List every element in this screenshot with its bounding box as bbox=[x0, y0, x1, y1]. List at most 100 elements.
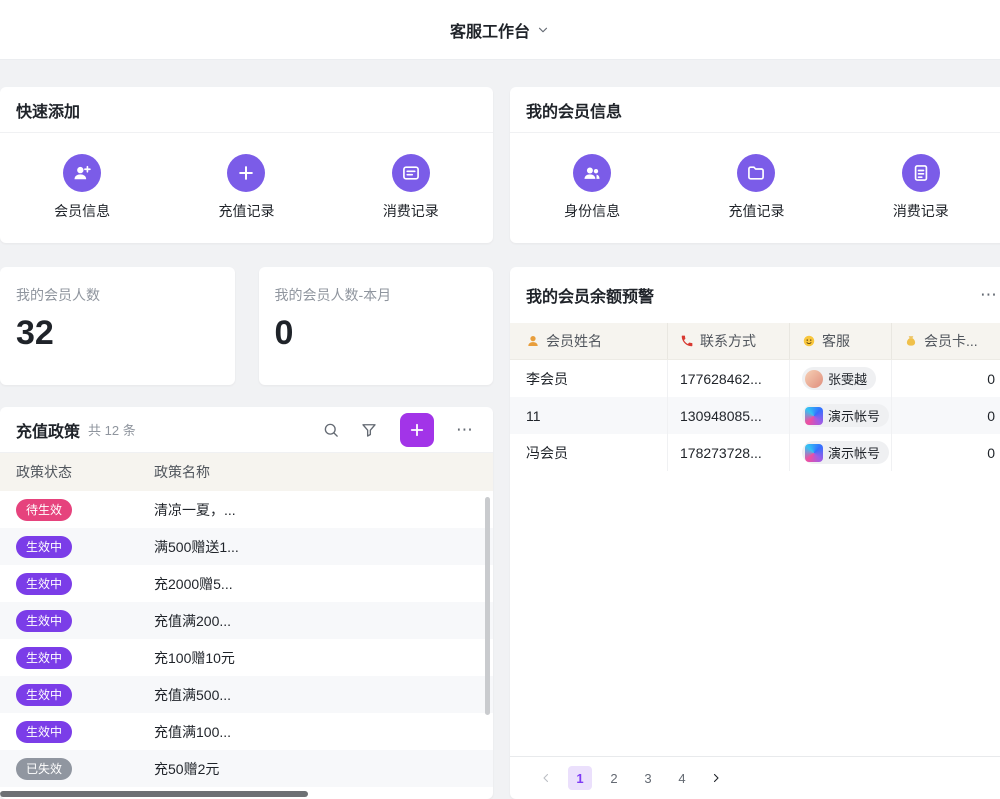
page-button-3[interactable]: 3 bbox=[636, 766, 660, 790]
action-label: 消费记录 bbox=[893, 201, 949, 221]
workspace-switcher[interactable]: 客服工作台 bbox=[450, 18, 550, 42]
table-row[interactable]: 生效中 充值满500... bbox=[0, 676, 493, 713]
warning-table-body: 李会员 177628462... 张雯越 0 11 130948085... bbox=[510, 360, 1000, 471]
more-menu-button[interactable]: ⋯ bbox=[450, 420, 479, 440]
document-icon bbox=[902, 154, 940, 192]
policy-name: 充100赠10元 bbox=[154, 648, 493, 668]
agent-tag[interactable]: 张雯越 bbox=[802, 367, 876, 390]
folder-icon bbox=[737, 154, 775, 192]
stat-value: 32 bbox=[16, 313, 219, 354]
policy-name: 充值满200... bbox=[154, 611, 493, 631]
column-header-agent[interactable]: 客服 bbox=[790, 323, 892, 359]
more-menu-button[interactable]: ⋯ bbox=[974, 285, 1000, 305]
table-row[interactable]: 李会员 177628462... 张雯越 0 bbox=[510, 360, 1000, 397]
quick-add-member-info[interactable]: 会员信息 bbox=[54, 154, 110, 221]
agent-avatar bbox=[805, 407, 823, 425]
action-label: 充值记录 bbox=[218, 201, 274, 221]
member-name: 冯会员 bbox=[510, 434, 668, 471]
member-name: 李会员 bbox=[510, 360, 668, 397]
people-icon bbox=[573, 154, 611, 192]
search-icon bbox=[322, 421, 340, 439]
policy-name: 充值满100... bbox=[154, 722, 493, 742]
member-card-balance: 0 bbox=[892, 397, 1000, 434]
balance-warning-title: 我的会员余额预警 bbox=[526, 283, 654, 307]
policy-name: 清凉一夏，... bbox=[154, 500, 493, 520]
table-row[interactable]: 已失效 充50赠2元 bbox=[0, 750, 493, 787]
action-label: 充值记录 bbox=[728, 201, 784, 221]
search-button[interactable] bbox=[316, 415, 346, 445]
recharge-policy-card: 充值政策 共 12 条 ⋯ 政策状态 政策名称 bbox=[0, 407, 493, 799]
status-badge: 生效中 bbox=[16, 684, 72, 706]
list-card-icon bbox=[392, 154, 430, 192]
action-label: 消费记录 bbox=[383, 201, 439, 221]
action-label: 身份信息 bbox=[564, 201, 620, 221]
next-page-icon[interactable] bbox=[704, 766, 728, 790]
filter-button[interactable] bbox=[354, 415, 384, 445]
page-button-1[interactable]: 1 bbox=[568, 766, 592, 790]
stat-label: 我的会员人数-本月 bbox=[275, 285, 478, 305]
table-row[interactable]: 冯会员 178273728... 演示帐号 0 bbox=[510, 434, 1000, 471]
stat-card-member-count-month: 我的会员人数-本月 0 bbox=[259, 267, 494, 385]
member-info-title: 我的会员信息 bbox=[510, 87, 1000, 133]
member-info-actions: 身份信息 充值记录 消费记录 bbox=[510, 133, 1000, 242]
agent-name: 演示帐号 bbox=[828, 406, 880, 425]
page-title: 客服工作台 bbox=[450, 18, 530, 42]
prev-page-icon[interactable] bbox=[534, 766, 558, 790]
agent-avatar bbox=[805, 444, 823, 462]
stat-value: 0 bbox=[275, 313, 478, 354]
member-card-balance: 0 bbox=[892, 360, 1000, 397]
recharge-policy-count: 共 12 条 bbox=[88, 420, 136, 439]
table-row[interactable]: 11 130948085... 演示帐号 0 bbox=[510, 397, 1000, 434]
status-badge: 生效中 bbox=[16, 573, 72, 595]
balance-warning-header: 我的会员余额预警 ⋯ bbox=[510, 267, 1000, 323]
recharge-policy-title: 充值政策 bbox=[16, 418, 80, 442]
table-row[interactable]: 待生效 清凉一夏，... bbox=[0, 491, 493, 528]
page-button-4[interactable]: 4 bbox=[670, 766, 694, 790]
phone-icon bbox=[680, 334, 694, 348]
recharge-policy-header: 充值政策 共 12 条 ⋯ bbox=[0, 407, 493, 453]
action-label: 会员信息 bbox=[54, 201, 110, 221]
quick-add-recharge-record[interactable]: 充值记录 bbox=[218, 154, 274, 221]
member-consume-record[interactable]: 消费记录 bbox=[893, 154, 949, 221]
stat-card-member-count: 我的会员人数 32 bbox=[0, 267, 235, 385]
table-row[interactable]: 生效中 充值满200... bbox=[0, 602, 493, 639]
vertical-scrollbar[interactable] bbox=[485, 497, 490, 715]
agent-tag[interactable]: 演示帐号 bbox=[802, 404, 889, 427]
quick-add-card: 快速添加 会员信息 充值记录 bbox=[0, 87, 493, 243]
status-badge: 生效中 bbox=[16, 647, 72, 669]
agent-tag[interactable]: 演示帐号 bbox=[802, 441, 889, 464]
page-button-2[interactable]: 2 bbox=[602, 766, 626, 790]
right-column: 我的会员信息 身份信息 充值记录 bbox=[510, 87, 1000, 799]
policy-name: 充50赠2元 bbox=[154, 759, 493, 779]
table-row[interactable]: 生效中 充值满100... bbox=[0, 713, 493, 750]
agent-name: 张雯越 bbox=[828, 369, 867, 388]
plus-icon bbox=[227, 154, 265, 192]
status-badge: 待生效 bbox=[16, 499, 72, 521]
status-badge: 生效中 bbox=[16, 721, 72, 743]
table-row[interactable]: 生效中 充2000赠5... bbox=[0, 565, 493, 602]
dashboard-content: 快速添加 会员信息 充值记录 bbox=[0, 60, 1000, 799]
member-icon bbox=[526, 334, 540, 348]
table-row[interactable]: 生效中 满500赠送1... bbox=[0, 528, 493, 565]
column-header-member-card[interactable]: 会员卡... bbox=[892, 323, 1000, 359]
policy-name: 满500赠送1... bbox=[154, 537, 493, 557]
table-row[interactable]: 生效中 充100赠10元 bbox=[0, 639, 493, 676]
money-icon bbox=[904, 334, 918, 348]
horizontal-scrollbar[interactable] bbox=[0, 791, 308, 797]
stats-row: 我的会员人数 32 我的会员人数-本月 0 bbox=[0, 267, 493, 385]
chevron-down-icon bbox=[536, 23, 550, 37]
member-recharge-record[interactable]: 充值记录 bbox=[728, 154, 784, 221]
column-header-contact[interactable]: 联系方式 bbox=[668, 323, 790, 359]
quick-add-consume-record[interactable]: 消费记录 bbox=[383, 154, 439, 221]
column-header-name[interactable]: 政策名称 bbox=[154, 462, 493, 482]
table-empty-area bbox=[510, 471, 1000, 757]
column-header-status[interactable]: 政策状态 bbox=[0, 462, 154, 482]
top-bar: 客服工作台 bbox=[0, 0, 1000, 60]
add-policy-button[interactable] bbox=[400, 413, 434, 447]
smiley-icon bbox=[802, 334, 816, 348]
column-header-member-name[interactable]: 会员姓名 bbox=[510, 323, 668, 359]
policy-name: 充值满500... bbox=[154, 685, 493, 705]
member-identity-info[interactable]: 身份信息 bbox=[564, 154, 620, 221]
filter-icon bbox=[360, 421, 378, 439]
policy-table-body: 待生效 清凉一夏，... 生效中 满500赠送1... 生效中 充2000赠5.… bbox=[0, 491, 493, 787]
